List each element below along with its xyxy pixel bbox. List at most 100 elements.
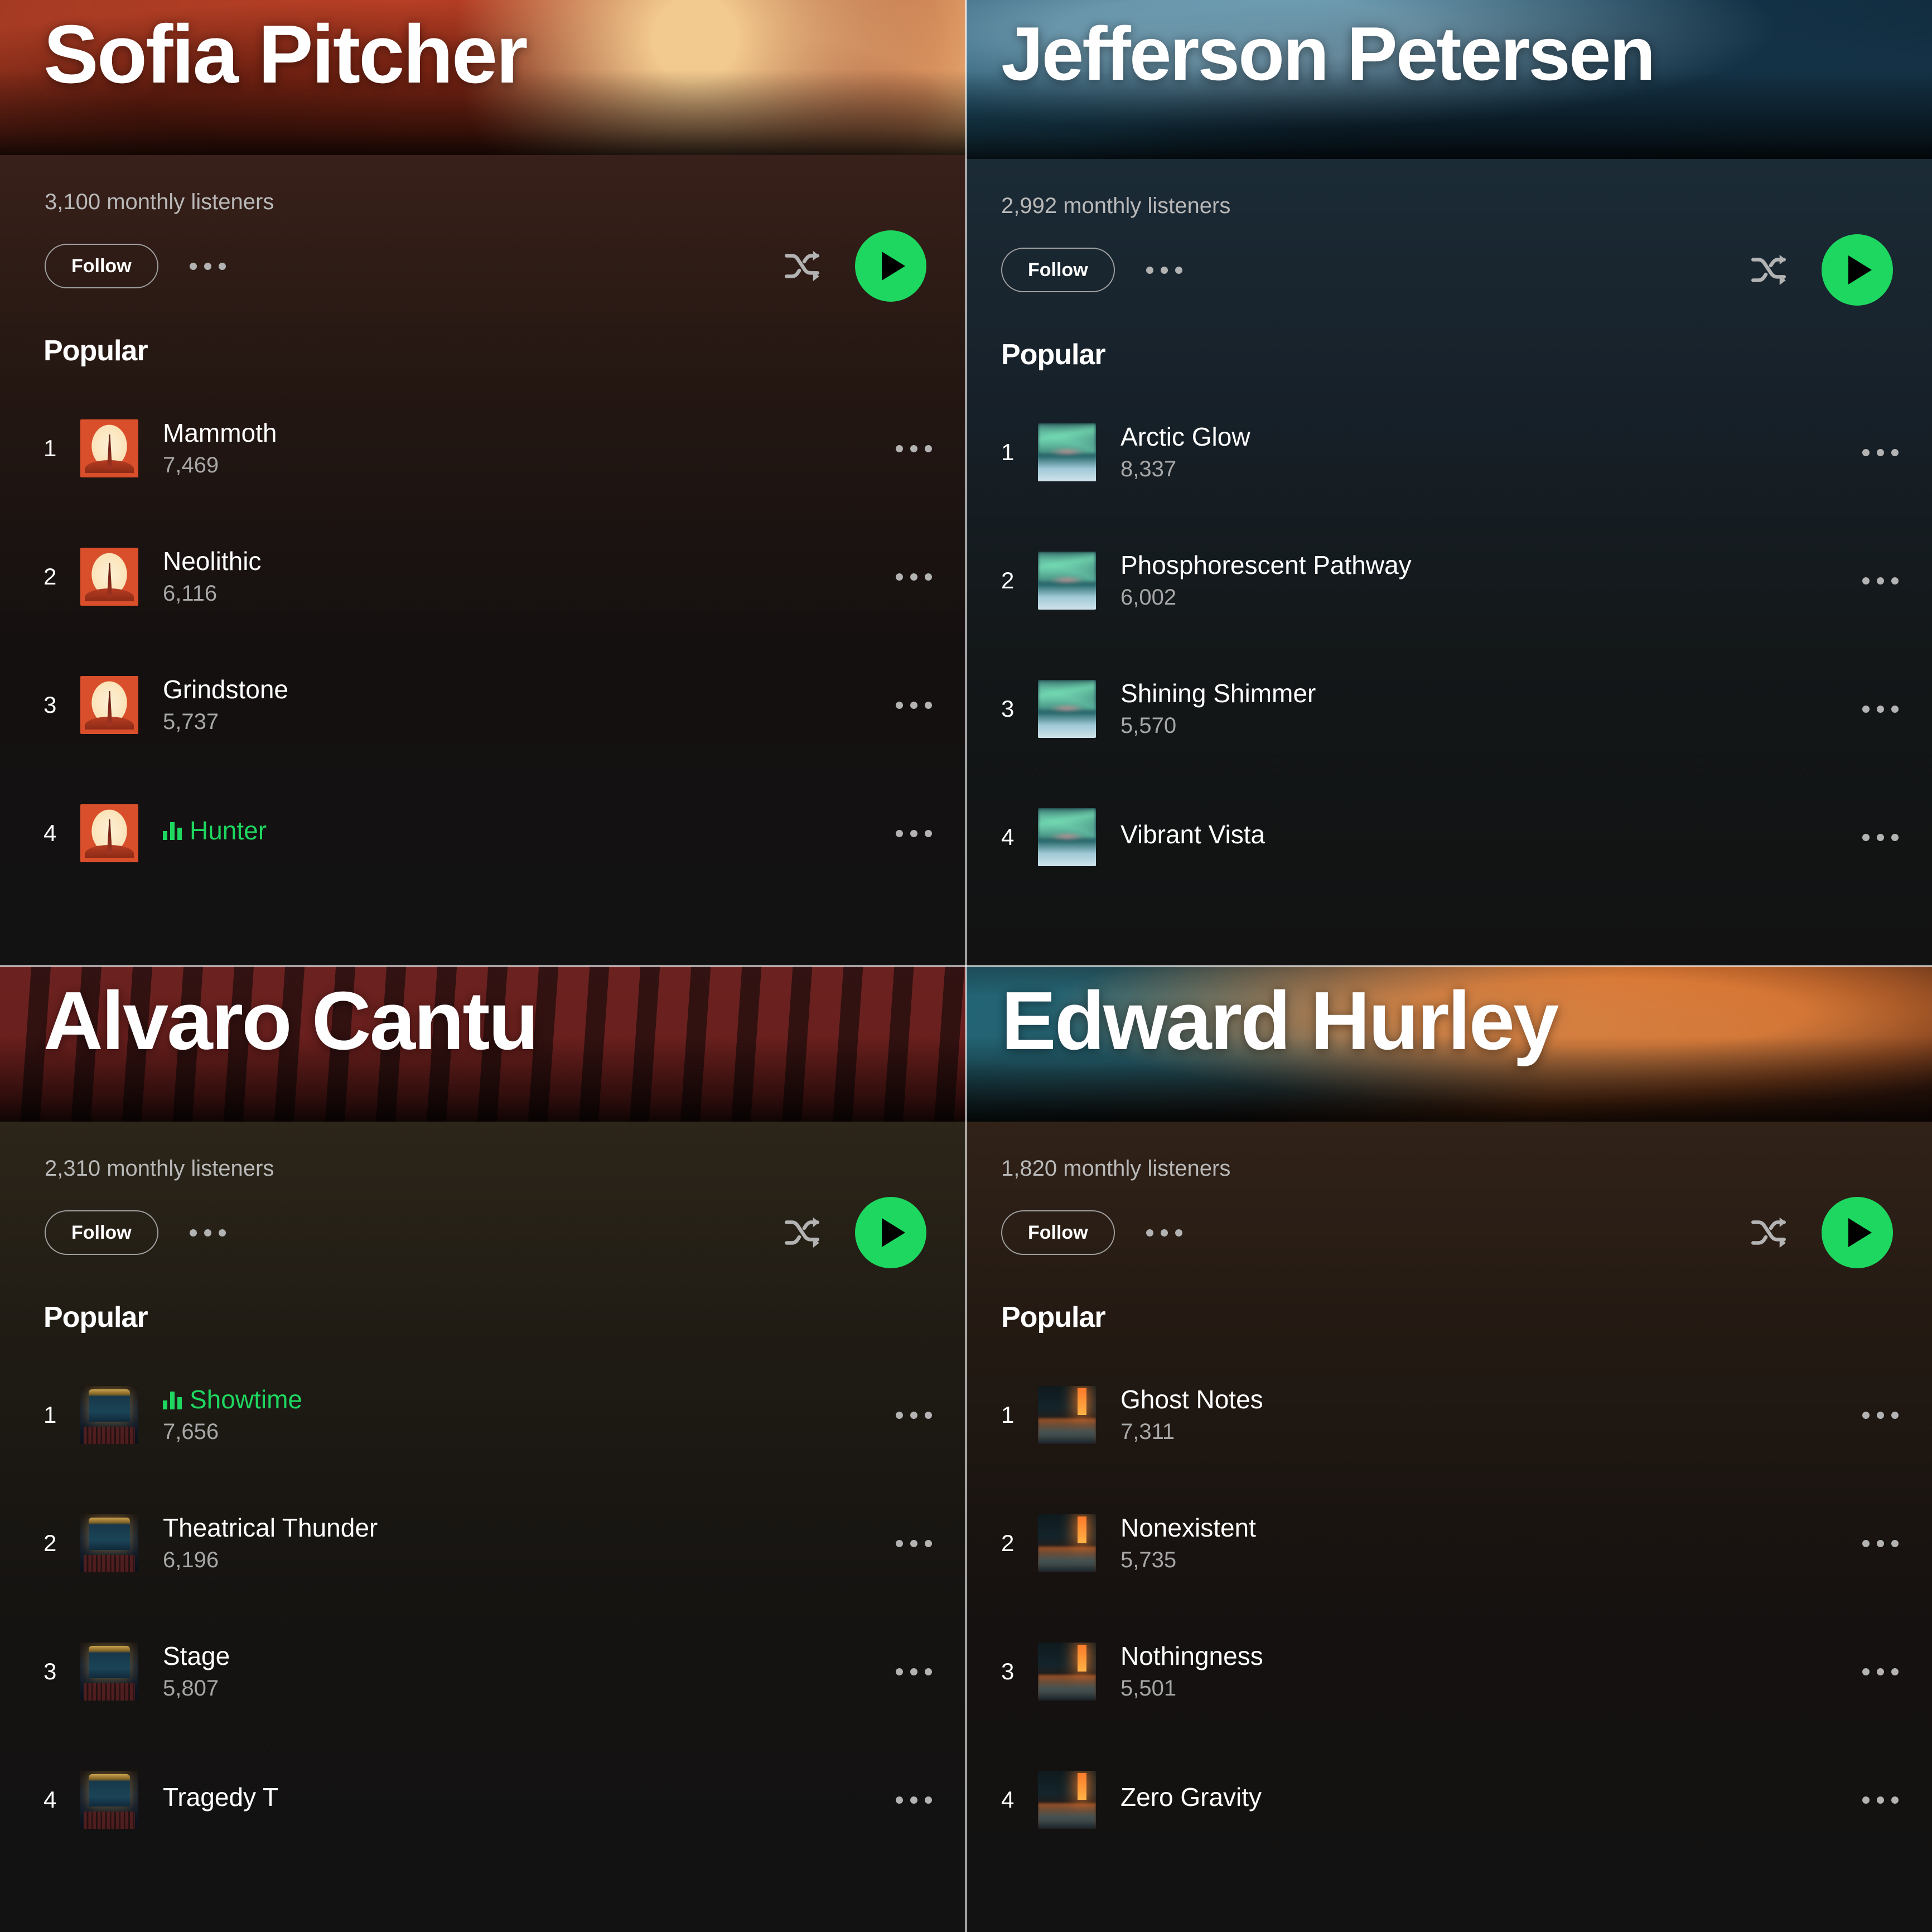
artist-hero-banner: Sofia Pitcher: [0, 0, 965, 155]
track-play-count: 5,807: [163, 1675, 219, 1701]
track-title: Hunter: [163, 816, 879, 846]
album-art: [1038, 1771, 1096, 1829]
more-options-icon[interactable]: [1146, 1229, 1182, 1237]
track-more-options-icon[interactable]: [1862, 577, 1899, 585]
follow-button[interactable]: Follow: [45, 244, 158, 288]
artist-panel-alvaro-cantu: Alvaro Cantu 2,310 monthly listeners Fol…: [0, 967, 965, 1932]
popular-track-list: 1 Showtime 7,656 2 Theatrical Thunder 6,…: [0, 1351, 965, 1864]
track-rank: 4: [1001, 1786, 1015, 1813]
track-rank: 1: [44, 1402, 57, 1428]
track-rank: 4: [1001, 824, 1015, 850]
track-title: Nonexistent: [1120, 1513, 1256, 1543]
track-rank: 2: [44, 563, 57, 590]
track-title: Zero Gravity: [1120, 1782, 1262, 1812]
track-rank: 2: [44, 1530, 57, 1556]
track-title: Showtime: [163, 1385, 879, 1414]
table-row[interactable]: 3 Nothingness 5,501: [1001, 1607, 1899, 1736]
track-more-options-icon[interactable]: [896, 1411, 932, 1419]
play-button[interactable]: [855, 230, 926, 302]
artist-action-bar: Follow: [0, 1194, 965, 1272]
table-row[interactable]: 4 Hunter: [44, 769, 932, 897]
artist-panel-grid: Sofia Pitcher 3,100 monthly listeners Fo…: [0, 0, 1932, 1932]
track-more-options-icon[interactable]: [1862, 448, 1899, 456]
table-row[interactable]: 2 Nonexistent 5,735: [1001, 1479, 1899, 1607]
track-play-count: 6,002: [1120, 585, 1177, 610]
track-more-options-icon[interactable]: [896, 445, 932, 452]
table-row[interactable]: 4 Tragedy T: [44, 1736, 932, 1864]
track-more-options-icon[interactable]: [896, 1539, 932, 1547]
track-title: Vibrant Vista: [1120, 819, 1266, 849]
follow-button[interactable]: Follow: [1001, 248, 1115, 292]
track-play-count: 7,656: [163, 1419, 219, 1444]
track-more-options-icon[interactable]: [896, 1668, 932, 1675]
track-play-count: 6,196: [163, 1547, 219, 1572]
artist-name: Alvaro Cantu: [44, 975, 539, 1067]
track-more-options-icon[interactable]: [1862, 1411, 1899, 1419]
track-play-count: 5,737: [163, 709, 219, 734]
shuffle-icon[interactable]: [781, 245, 823, 287]
track-rank: 2: [1001, 1530, 1015, 1556]
album-art: [1038, 423, 1096, 481]
more-options-icon[interactable]: [189, 262, 226, 270]
table-row[interactable]: 3 Stage 5,807: [44, 1607, 932, 1736]
table-row[interactable]: 3 Grindstone 5,737: [44, 641, 932, 769]
popular-track-list: 1 Mammoth 7,469 2 Neolithic 6,116 3 Grin…: [0, 384, 965, 897]
play-button[interactable]: [1822, 1197, 1893, 1268]
follow-button[interactable]: Follow: [1001, 1210, 1115, 1255]
track-more-options-icon[interactable]: [1862, 833, 1899, 841]
track-more-options-icon[interactable]: [896, 829, 932, 837]
monthly-listeners: 2,310 monthly listeners: [45, 1156, 274, 1181]
play-button[interactable]: [855, 1197, 926, 1268]
shuffle-icon[interactable]: [1748, 249, 1789, 291]
more-options-icon[interactable]: [189, 1229, 226, 1237]
table-row[interactable]: 1 Showtime 7,656: [44, 1351, 932, 1479]
monthly-listeners: 2,992 monthly listeners: [1001, 194, 1231, 218]
track-more-options-icon[interactable]: [896, 573, 932, 581]
album-art: [1038, 1386, 1096, 1444]
album-art: [1038, 808, 1096, 866]
album-art: [80, 1514, 138, 1572]
now-playing-equalizer-icon: [163, 821, 182, 841]
artist-action-bar: Follow: [0, 227, 965, 305]
play-button[interactable]: [1822, 234, 1893, 306]
artist-hero-banner: Edward Hurley: [967, 967, 1932, 1122]
table-row[interactable]: 4 Zero Gravity: [1001, 1736, 1899, 1864]
track-more-options-icon[interactable]: [1862, 705, 1899, 713]
artist-panel-jefferson-petersen: Jefferson Petersen 2,992 monthly listene…: [967, 0, 1932, 965]
popular-track-list: 1 Arctic Glow 8,337 2 Phosphorescent Pat…: [967, 388, 1932, 901]
track-title: Tragedy T: [163, 1782, 279, 1812]
track-play-count: 5,501: [1120, 1675, 1177, 1701]
table-row[interactable]: 3 Shining Shimmer 5,570: [1001, 645, 1899, 773]
track-rank: 1: [1001, 439, 1015, 465]
shuffle-icon[interactable]: [1748, 1212, 1789, 1253]
track-title: Arctic Glow: [1120, 422, 1250, 452]
play-icon: [882, 1218, 905, 1247]
track-rank: 4: [44, 1786, 57, 1813]
table-row[interactable]: 2 Phosphorescent Pathway 6,002: [1001, 516, 1899, 645]
table-row[interactable]: 2 Theatrical Thunder 6,196: [44, 1479, 932, 1607]
artist-name: Sofia Pitcher: [44, 8, 528, 100]
table-row[interactable]: 1 Mammoth 7,469: [44, 384, 932, 513]
track-more-options-icon[interactable]: [1862, 1668, 1899, 1675]
track-title: Phosphorescent Pathway: [1120, 550, 1412, 580]
track-rank: 1: [44, 435, 57, 461]
section-title-popular: Popular: [1001, 339, 1106, 371]
track-more-options-icon[interactable]: [896, 701, 932, 709]
table-row[interactable]: 1 Arctic Glow 8,337: [1001, 388, 1899, 516]
play-icon: [1848, 255, 1872, 284]
popular-track-list: 1 Ghost Notes 7,311 2 Nonexistent 5,735: [967, 1351, 1932, 1864]
artist-action-bar: Follow: [967, 1194, 1932, 1272]
track-more-options-icon[interactable]: [896, 1796, 932, 1804]
track-more-options-icon[interactable]: [1862, 1796, 1899, 1804]
artist-name: Jefferson Petersen: [1001, 11, 1656, 96]
track-rank: 3: [1001, 1658, 1015, 1684]
table-row[interactable]: 4 Vibrant Vista: [1001, 773, 1899, 901]
follow-button[interactable]: Follow: [45, 1210, 158, 1255]
album-art: [1038, 680, 1096, 738]
table-row[interactable]: 2 Neolithic 6,116: [44, 513, 932, 641]
table-row[interactable]: 1 Ghost Notes 7,311: [1001, 1351, 1899, 1479]
monthly-listeners: 1,820 monthly listeners: [1001, 1156, 1231, 1181]
more-options-icon[interactable]: [1146, 266, 1182, 274]
shuffle-icon[interactable]: [781, 1212, 823, 1253]
track-more-options-icon[interactable]: [1862, 1539, 1899, 1547]
